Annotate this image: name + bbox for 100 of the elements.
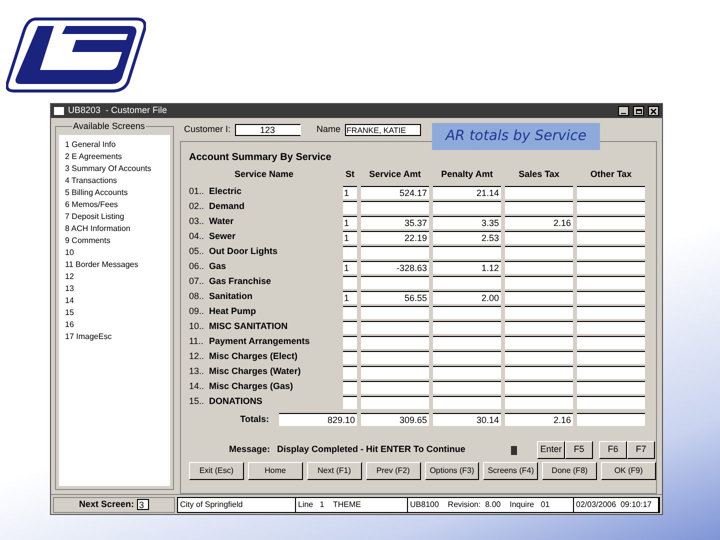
amount-field[interactable]: [505, 276, 573, 288]
amount-field[interactable]: 22.19: [361, 230, 429, 244]
amount-field[interactable]: [505, 230, 573, 244]
screen-item[interactable]: 12: [65, 271, 170, 283]
screen-item[interactable]: 5 Billing Accounts: [65, 187, 170, 199]
amount-field[interactable]: [361, 336, 429, 348]
action-button[interactable]: Prev (F2): [366, 462, 420, 480]
amount-field[interactable]: [433, 380, 501, 394]
amount-field[interactable]: [577, 230, 645, 244]
amount-field[interactable]: [577, 290, 645, 304]
amount-field[interactable]: [577, 320, 645, 334]
amount-field[interactable]: [433, 320, 501, 334]
close-button[interactable]: [648, 106, 659, 116]
amount-field[interactable]: [577, 276, 645, 288]
amount-field[interactable]: 35.37: [361, 216, 429, 228]
amount-field[interactable]: 1: [343, 216, 357, 228]
screen-item[interactable]: 10: [65, 247, 170, 259]
amount-field[interactable]: 1.12: [433, 260, 501, 274]
key-button[interactable]: F5: [565, 441, 593, 459]
amount-field[interactable]: 56.55: [361, 290, 429, 304]
amount-field[interactable]: [433, 336, 501, 348]
customer-field[interactable]: 123: [234, 124, 301, 136]
action-button[interactable]: Done (F8): [542, 462, 598, 480]
screen-item[interactable]: 13: [65, 283, 170, 295]
amount-field[interactable]: 1: [343, 260, 357, 274]
screen-item[interactable]: 1 General Info: [65, 139, 170, 151]
amount-field[interactable]: 1: [343, 186, 357, 198]
amount-field[interactable]: [361, 320, 429, 334]
amount-field[interactable]: [577, 396, 645, 408]
amount-field[interactable]: 2.53: [433, 230, 501, 244]
amount-field[interactable]: [505, 306, 573, 318]
key-button[interactable]: Enter: [537, 441, 565, 459]
screen-item[interactable]: 3 Summary Of Accounts: [65, 163, 170, 175]
amount-field[interactable]: 1: [343, 290, 357, 304]
screen-item[interactable]: 11 Border Messages: [65, 259, 170, 271]
key-button[interactable]: F6: [599, 441, 627, 459]
amount-field[interactable]: [361, 306, 429, 318]
amount-field[interactable]: [505, 200, 573, 214]
amount-field[interactable]: [343, 246, 357, 258]
action-button[interactable]: Screens (F4): [483, 462, 538, 480]
action-button[interactable]: Options (F3): [424, 462, 480, 480]
minimize-button[interactable]: [618, 106, 629, 116]
amount-field[interactable]: [433, 366, 501, 378]
screen-item[interactable]: 8 ACH Information: [65, 223, 170, 235]
amount-field[interactable]: [343, 366, 357, 378]
amount-field[interactable]: [433, 200, 501, 214]
amount-field[interactable]: [577, 186, 645, 198]
next-screen-field[interactable]: 3: [137, 499, 150, 510]
amount-field[interactable]: [433, 306, 501, 318]
amount-field[interactable]: 2.16: [505, 216, 573, 228]
maximize-button[interactable]: [633, 106, 644, 116]
action-button[interactable]: Home: [248, 462, 303, 480]
action-button[interactable]: OK (F9): [601, 462, 656, 480]
amount-field[interactable]: [433, 350, 501, 364]
amount-field[interactable]: [343, 380, 357, 394]
screen-item[interactable]: 9 Comments: [65, 235, 170, 247]
amount-field[interactable]: 524.17: [361, 186, 429, 198]
amount-field[interactable]: [577, 336, 645, 348]
amount-field[interactable]: [505, 186, 573, 198]
amount-field[interactable]: [505, 260, 573, 274]
amount-field[interactable]: [361, 246, 429, 258]
amount-field[interactable]: [343, 306, 357, 318]
action-button[interactable]: Next (F1): [306, 462, 362, 480]
amount-field[interactable]: 1: [343, 230, 357, 244]
amount-field[interactable]: [505, 350, 573, 364]
amount-field[interactable]: [505, 320, 573, 334]
amount-field[interactable]: [433, 396, 501, 408]
amount-field[interactable]: [577, 260, 645, 274]
amount-field[interactable]: [577, 306, 645, 318]
screen-item[interactable]: 16: [65, 319, 170, 331]
amount-field[interactable]: [505, 246, 573, 258]
screen-item[interactable]: 14: [65, 295, 170, 307]
amount-field[interactable]: [577, 350, 645, 364]
amount-field[interactable]: 21.14: [433, 186, 501, 198]
amount-field[interactable]: [433, 246, 501, 258]
amount-field[interactable]: [361, 200, 429, 214]
amount-field[interactable]: [343, 200, 357, 214]
amount-field[interactable]: [505, 336, 573, 348]
amount-field[interactable]: 3.35: [433, 216, 501, 228]
amount-field[interactable]: [577, 380, 645, 394]
screen-item[interactable]: 7 Deposit Listing: [65, 211, 170, 223]
amount-field[interactable]: [577, 366, 645, 378]
amount-field[interactable]: -328.63: [361, 260, 429, 274]
amount-field[interactable]: [343, 350, 357, 364]
amount-field[interactable]: [577, 200, 645, 214]
action-button[interactable]: Exit (Esc): [189, 462, 244, 480]
name-field[interactable]: FRANKE, KATIE: [344, 124, 421, 136]
amount-field[interactable]: [577, 246, 645, 258]
amount-field[interactable]: [505, 380, 573, 394]
amount-field[interactable]: [343, 336, 357, 348]
screen-item[interactable]: 6 Memos/Fees: [65, 199, 170, 211]
screen-item[interactable]: 15: [65, 307, 170, 319]
screen-item[interactable]: 17 ImageEsc: [65, 331, 170, 343]
screen-item[interactable]: 4 Transactions: [65, 175, 170, 187]
amount-field[interactable]: [577, 216, 645, 228]
amount-field[interactable]: [505, 366, 573, 378]
key-button[interactable]: F7: [627, 441, 655, 459]
amount-field[interactable]: [505, 396, 573, 408]
amount-field[interactable]: [433, 276, 501, 288]
amount-field[interactable]: [361, 276, 429, 288]
